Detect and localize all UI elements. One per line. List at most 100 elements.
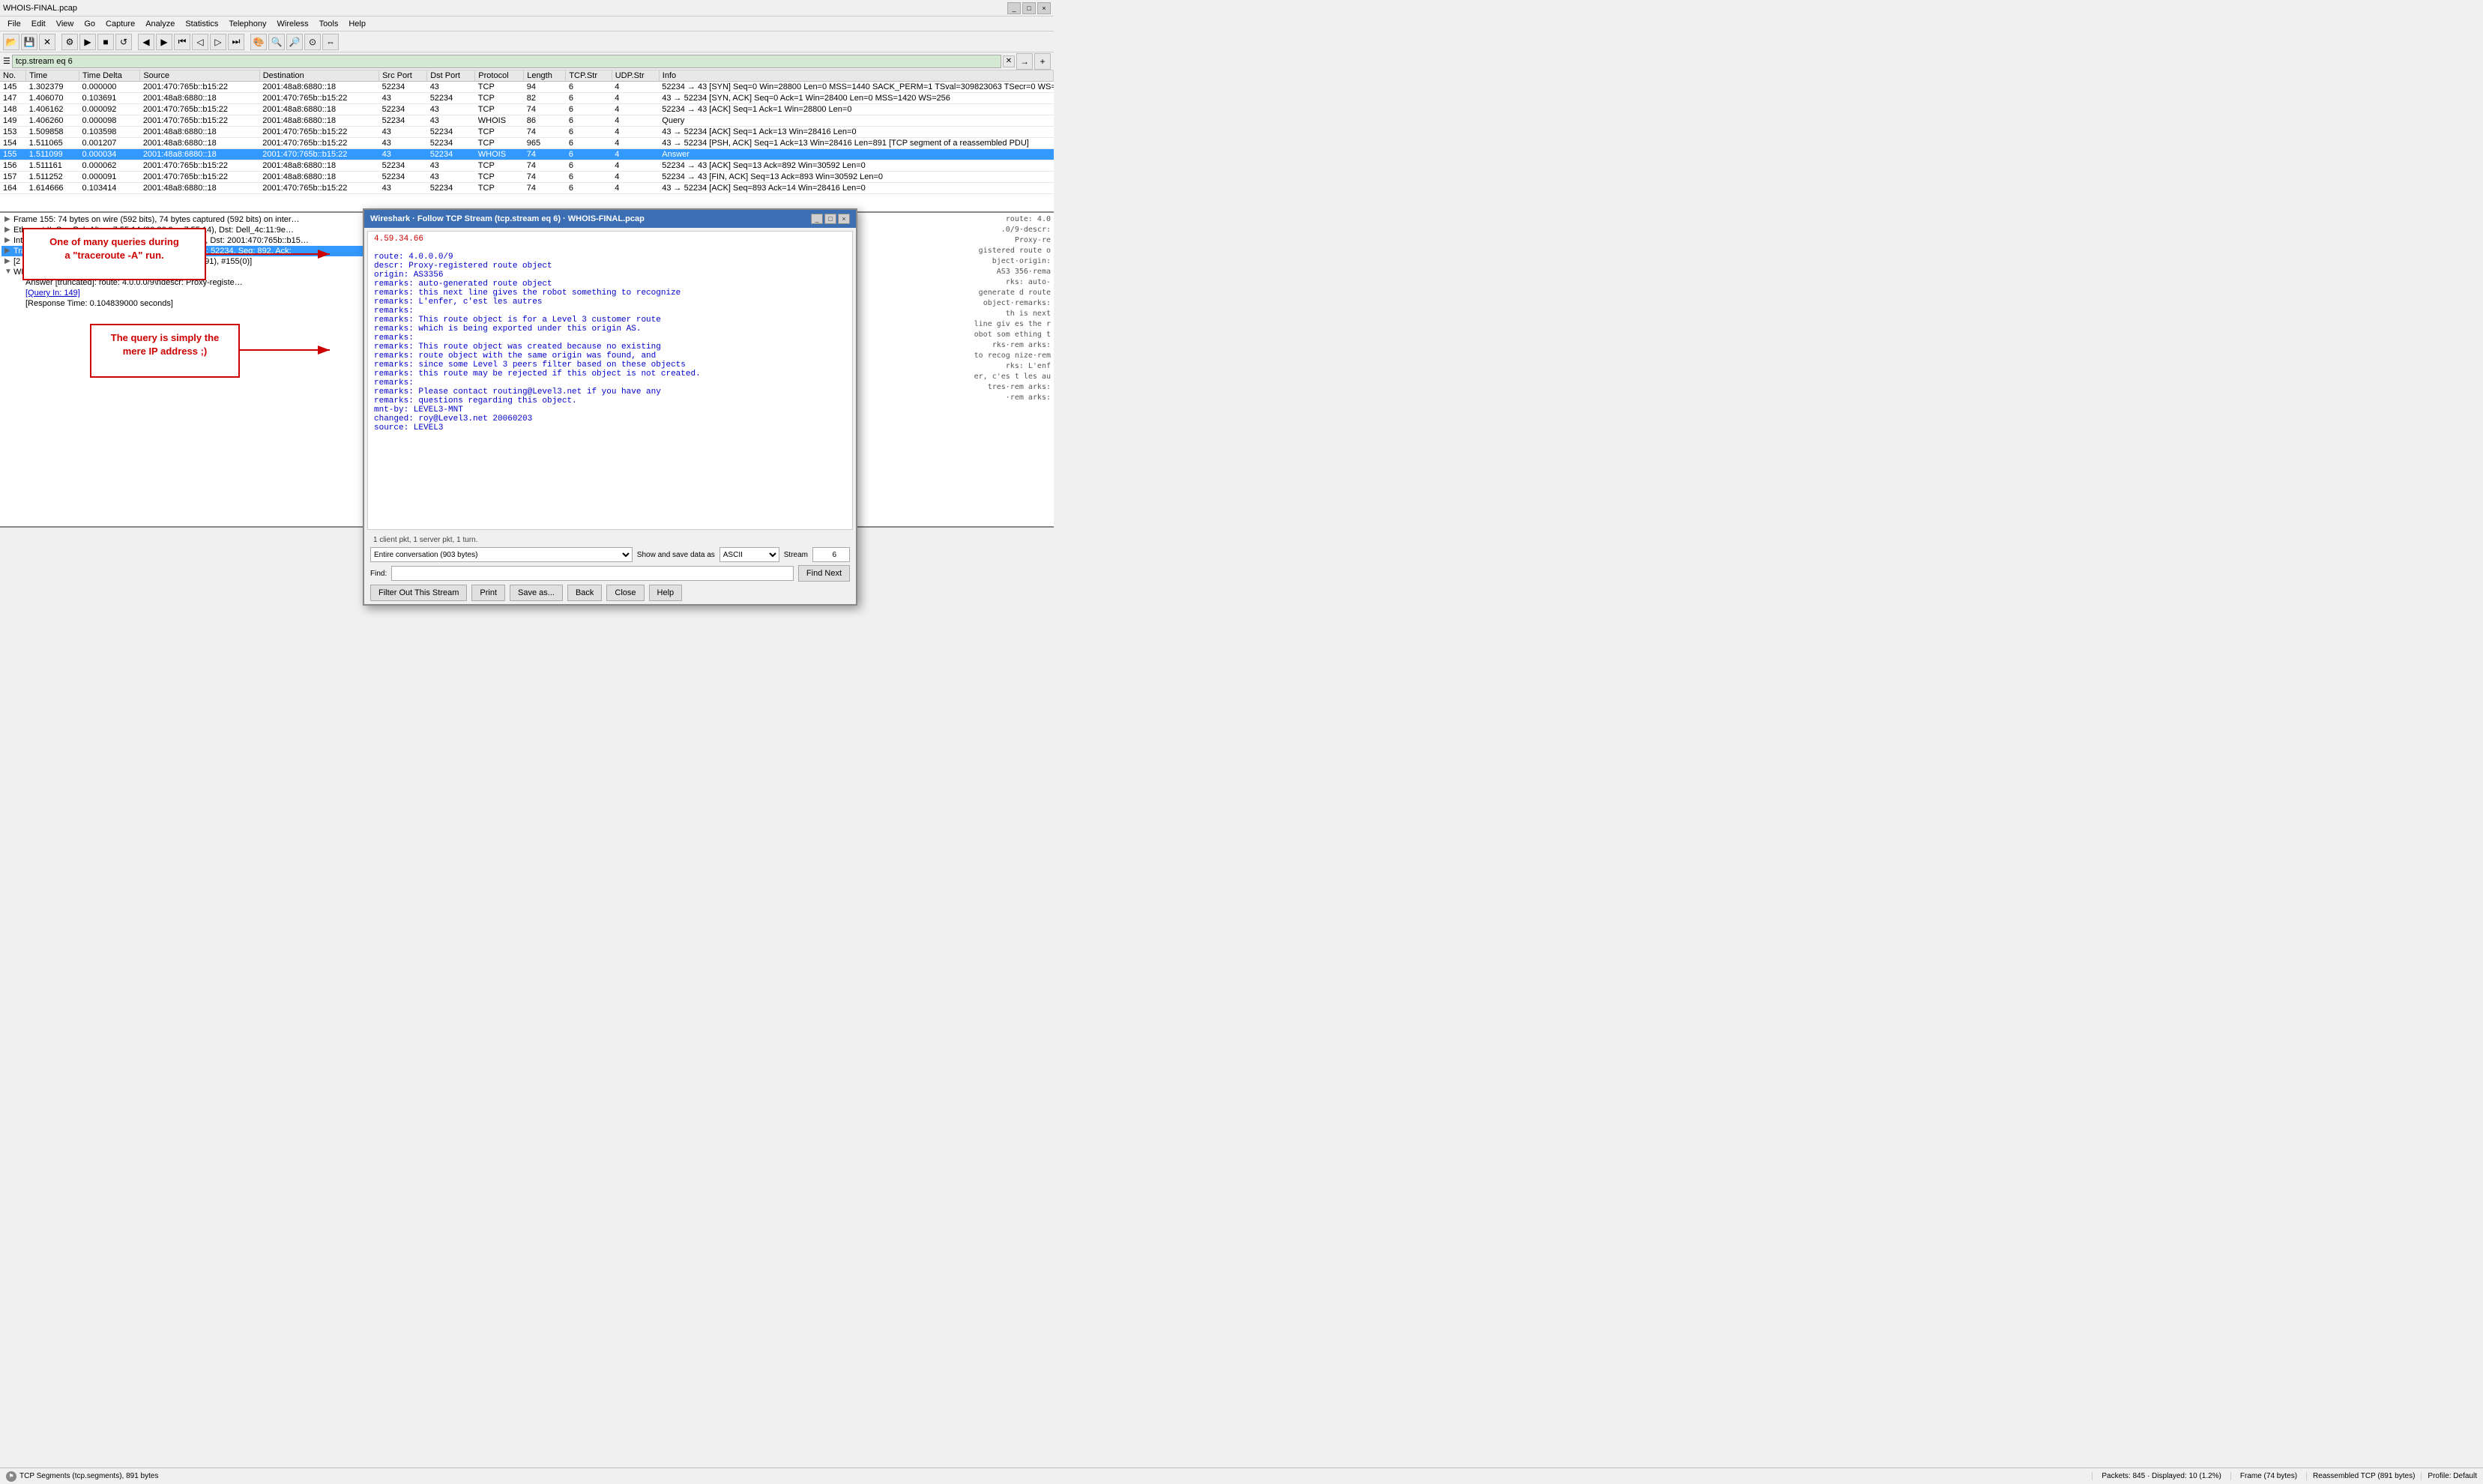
menu-edit[interactable]: Edit — [27, 19, 50, 29]
filter-input[interactable] — [12, 55, 1001, 68]
col-src: Source — [140, 70, 259, 82]
filter-bar-icon: ☰ — [3, 56, 10, 66]
conversation-select[interactable]: Entire conversation (903 bytes) — [370, 547, 633, 562]
restart-capture-btn[interactable]: ↺ — [115, 34, 132, 50]
expand-icon-6[interactable]: ▼ — [4, 268, 12, 276]
col-dst: Destination — [259, 70, 378, 82]
save-as-btn[interactable]: Save as... — [510, 585, 563, 601]
filter-bar: ☰ ✕ → + — [0, 52, 1054, 70]
go-first-btn[interactable]: ⏮ — [174, 34, 190, 50]
expand-icon-5[interactable]: ▶ — [4, 257, 12, 265]
table-row[interactable]: 1471.4060700.1036912001:48a8:6880::18200… — [0, 93, 1054, 104]
capture-options-btn[interactable]: ⚙ — [61, 34, 78, 50]
status-bar: ⚑ TCP Segments (tcp.segments), 891 bytes… — [0, 1468, 2483, 1484]
go-next-btn[interactable]: ▷ — [210, 34, 226, 50]
status-left: ⚑ TCP Segments (tcp.segments), 891 bytes — [0, 1471, 2092, 1482]
nav-fwd-btn[interactable]: ▶ — [156, 34, 172, 50]
expand-icon-3[interactable]: ▶ — [4, 236, 12, 244]
menu-tools[interactable]: Tools — [315, 19, 343, 29]
save-btn[interactable]: 💾 — [21, 34, 37, 50]
menu-file[interactable]: File — [3, 19, 25, 29]
menu-statistics[interactable]: Statistics — [181, 19, 223, 29]
dialog-maximize-btn[interactable]: □ — [824, 214, 836, 224]
dialog-footer: 1 client pkt, 1 server pkt, 1 turn. Enti… — [364, 533, 856, 604]
open-btn[interactable]: 📂 — [3, 34, 19, 50]
hex-ascii: route: 4.0 — [1006, 214, 1051, 225]
menu-analyze[interactable]: Analyze — [141, 19, 179, 29]
menu-go[interactable]: Go — [79, 19, 100, 29]
coloring-btn[interactable]: 🎨 — [250, 34, 267, 50]
filter-bookmark-btn[interactable]: + — [1034, 53, 1051, 70]
filter-out-stream-btn[interactable]: Filter Out This Stream — [370, 585, 467, 601]
table-row[interactable]: 1641.6146660.1034142001:48a8:6880::18200… — [0, 183, 1054, 194]
table-row[interactable]: 1491.4062600.0000982001:470:765b::b15:22… — [0, 115, 1054, 127]
back-btn[interactable]: Back — [567, 585, 602, 601]
col-no: No. — [0, 70, 26, 82]
close-dialog-btn[interactable]: Close — [606, 585, 644, 601]
hex-ascii: er, c'es t les au — [974, 372, 1051, 382]
dialog-action-row: Filter Out This Stream Print Save as... … — [370, 585, 850, 601]
status-left-text: TCP Segments (tcp.segments), 891 bytes — [19, 1472, 158, 1480]
hex-ascii: AS3 356·rema — [997, 267, 1051, 277]
col-info: Info — [659, 70, 1053, 82]
filter-arrow-right[interactable]: → — [1016, 53, 1033, 70]
dialog-minimize-btn[interactable]: _ — [811, 214, 823, 224]
table-row[interactable]: 1531.5098580.1035982001:48a8:6880::18200… — [0, 127, 1054, 138]
hex-ascii: .0/9·descr: — [1001, 225, 1051, 235]
menu-help[interactable]: Help — [344, 19, 370, 29]
dialog-find-row: Find: Find Next — [370, 565, 850, 582]
encoding-select[interactable]: ASCII — [719, 547, 779, 562]
expand-icon-2[interactable]: ▶ — [4, 226, 12, 234]
zoom-reset-btn[interactable]: ⊙ — [304, 34, 321, 50]
help-btn[interactable]: Help — [649, 585, 683, 601]
dialog-stat: 1 client pkt, 1 server pkt, 1 turn. — [370, 536, 850, 544]
window-controls: _ □ × — [1007, 2, 1051, 14]
dialog-close-btn[interactable]: × — [838, 214, 850, 224]
zoom-in-btn[interactable]: 🔍 — [268, 34, 285, 50]
minimize-btn[interactable]: _ — [1007, 2, 1021, 14]
dialog-conversation-row: Entire conversation (903 bytes) Show and… — [370, 547, 850, 562]
close-capture-btn[interactable]: ✕ — [39, 34, 55, 50]
table-row[interactable]: 1481.4061620.0000922001:470:765b::b15:22… — [0, 104, 1054, 115]
hex-ascii: ·rem arks: — [1006, 393, 1051, 403]
find-input[interactable] — [391, 566, 794, 581]
table-row[interactable]: 1571.5112520.0000912001:470:765b::b15:22… — [0, 172, 1054, 183]
close-btn[interactable]: × — [1037, 2, 1051, 14]
start-capture-btn[interactable]: ▶ — [79, 34, 96, 50]
hex-ascii: tres·rem arks: — [988, 382, 1051, 393]
col-sport: Src Port — [379, 70, 427, 82]
zoom-out-btn[interactable]: 🔎 — [286, 34, 303, 50]
menu-capture[interactable]: Capture — [101, 19, 139, 29]
hex-ascii: bject·origin: — [992, 256, 1051, 267]
go-last-btn[interactable]: ⏭ — [228, 34, 244, 50]
filter-clear-btn[interactable]: ✕ — [1003, 55, 1015, 67]
table-row[interactable]: 1451.3023790.0000002001:470:765b::b15:22… — [0, 82, 1054, 93]
table-row[interactable]: 1561.5111610.0000622001:470:765b::b15:22… — [0, 160, 1054, 172]
print-btn[interactable]: Print — [471, 585, 505, 601]
menu-view[interactable]: View — [52, 19, 79, 29]
status-frame: Frame (74 bytes) — [2230, 1472, 2306, 1480]
table-row[interactable]: 1551.5110990.0000342001:48a8:6880::18200… — [0, 149, 1054, 160]
status-packets: Packets: 845 · Displayed: 10 (1.2%) — [2092, 1472, 2230, 1480]
status-profile: Profile: Default — [2421, 1472, 2483, 1480]
menu-wireless[interactable]: Wireless — [273, 19, 313, 29]
col-delta: Time Delta — [79, 70, 140, 82]
col-dport: Dst Port — [427, 70, 475, 82]
go-prev-btn[interactable]: ◁ — [192, 34, 208, 50]
maximize-btn[interactable]: □ — [1022, 2, 1036, 14]
find-next-btn[interactable]: Find Next — [798, 565, 850, 582]
nav-back-btn[interactable]: ◀ — [138, 34, 154, 50]
stop-capture-btn[interactable]: ■ — [97, 34, 114, 50]
table-row[interactable]: 1541.5110650.0012072001:48a8:6880::18200… — [0, 138, 1054, 149]
hex-ascii: rks·rem arks: — [992, 340, 1051, 351]
resize-cols-btn[interactable]: ⇔ — [322, 34, 339, 50]
expand-icon[interactable]: ▶ — [4, 215, 12, 223]
dialog-controls: _ □ × — [811, 214, 850, 224]
packet-list: No. Time Time Delta Source Destination S… — [0, 70, 1054, 213]
hex-ascii: rks: auto- — [1006, 277, 1051, 288]
stream-input[interactable] — [812, 547, 850, 562]
expand-icon-4[interactable]: ▶ — [4, 247, 12, 255]
menu-telephony[interactable]: Telephony — [224, 19, 271, 29]
col-proto: Protocol — [475, 70, 524, 82]
stream-label: Stream — [784, 551, 808, 559]
